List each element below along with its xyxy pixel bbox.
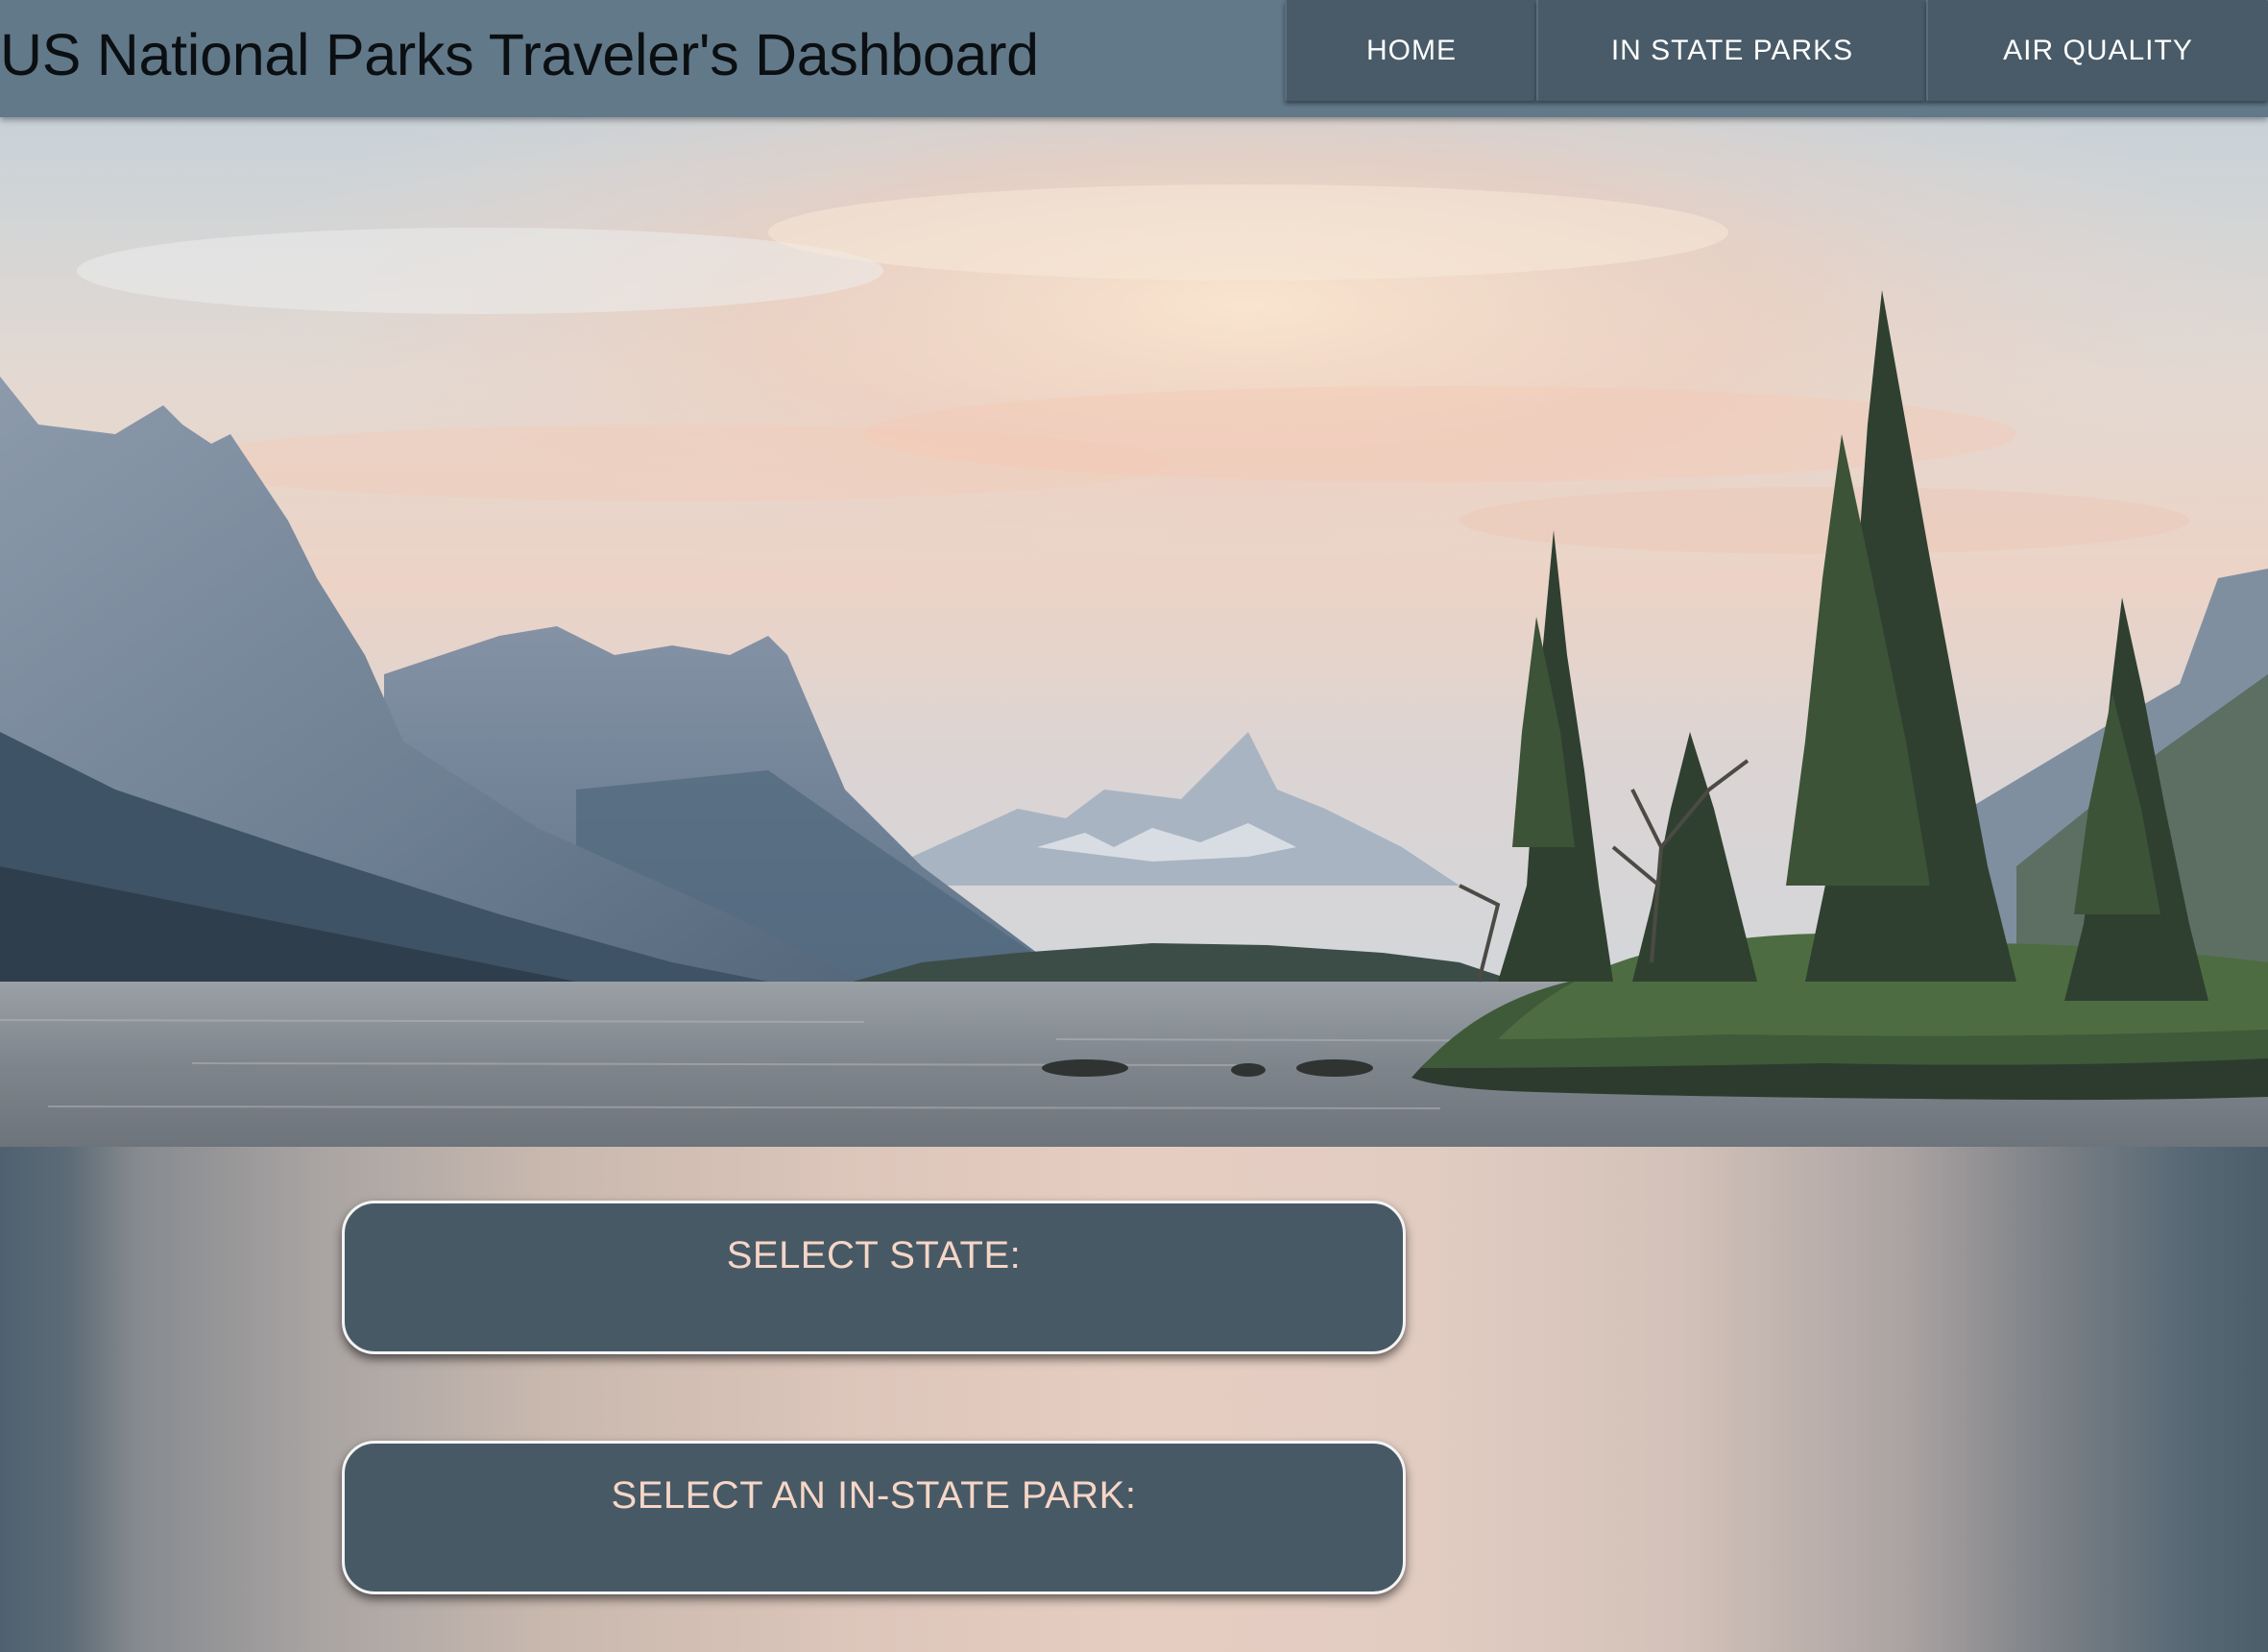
top-header: US National Parks Traveler's Dashboard H… — [0, 0, 2268, 117]
select-park-label: SELECT AN IN-STATE PARK: — [611, 1474, 1137, 1517]
select-park-dropdown[interactable]: SELECT AN IN-STATE PARK: — [342, 1441, 1406, 1594]
site-title: US National Parks Traveler's Dashboard — [0, 22, 1039, 87]
nav-home-tab[interactable]: HOME — [1285, 0, 1536, 101]
main-nav: HOME IN STATE PARKS AIR QUALITY — [1285, 0, 2268, 101]
select-state-label: SELECT STATE: — [726, 1234, 1022, 1276]
select-state-dropdown[interactable]: SELECT STATE: — [342, 1201, 1406, 1354]
hero-landscape-image — [0, 117, 2268, 1147]
nav-air-quality-tab[interactable]: AIR QUALITY — [1926, 0, 2268, 101]
nav-in-state-parks-tab[interactable]: IN STATE PARKS — [1536, 0, 1926, 101]
